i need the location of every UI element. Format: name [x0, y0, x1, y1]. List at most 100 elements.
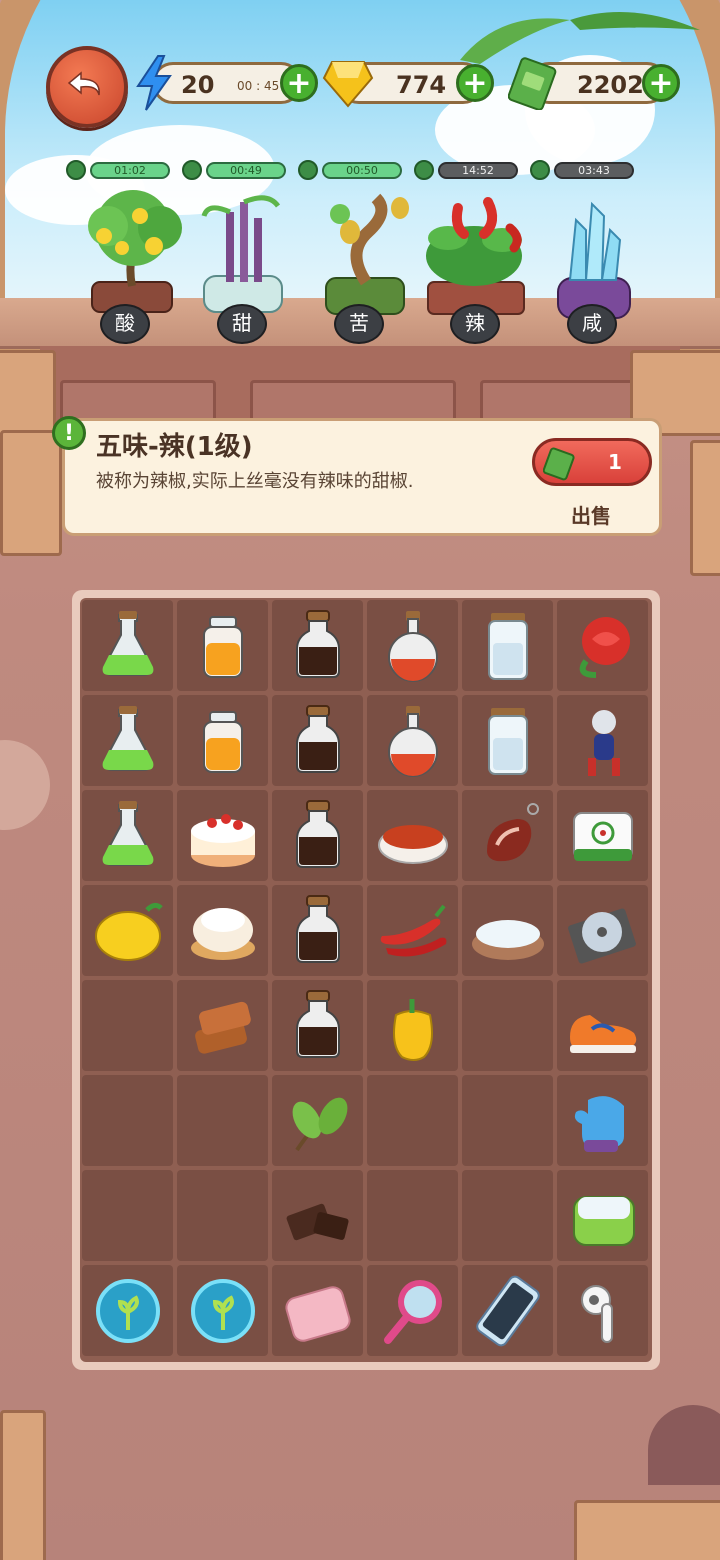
board-cell[interactable]	[367, 695, 458, 786]
soy-sauce-bottle-icon[interactable]	[277, 605, 359, 687]
soy-sauce-bottle-icon[interactable]	[277, 985, 359, 1067]
board-cell[interactable]	[462, 790, 553, 881]
green-potion-icon[interactable]	[87, 700, 169, 782]
sell-button[interactable]	[532, 438, 652, 486]
board-cell[interactable]	[82, 980, 173, 1071]
board-cell[interactable]	[557, 790, 648, 881]
add-cash-button[interactable]: +	[642, 64, 680, 102]
board-cell[interactable]	[367, 600, 458, 691]
back-button[interactable]	[46, 46, 128, 128]
board-cell[interactable]	[557, 600, 648, 691]
board-cell[interactable]	[82, 1265, 173, 1356]
board-cell[interactable]	[272, 1265, 363, 1356]
board-cell[interactable]	[272, 695, 363, 786]
board-cell[interactable]	[367, 1075, 458, 1166]
board-cell[interactable]	[462, 1075, 553, 1166]
board-cell[interactable]	[177, 980, 268, 1071]
blue-mitten-icon[interactable]	[562, 1080, 644, 1162]
board-cell[interactable]	[367, 790, 458, 881]
board-cell[interactable]	[462, 1170, 553, 1261]
red-potion-flask-icon[interactable]	[372, 605, 454, 687]
bitter-melon-plant[interactable]	[316, 192, 420, 318]
board-cell[interactable]	[557, 695, 648, 786]
board-cell[interactable]	[272, 980, 363, 1071]
salt-crystal-plant[interactable]	[552, 200, 636, 320]
board-cell[interactable]	[272, 885, 363, 976]
board-cell[interactable]	[177, 1170, 268, 1261]
seed-bubble-icon[interactable]	[182, 1270, 264, 1352]
board-cell[interactable]	[82, 1075, 173, 1166]
board-cell[interactable]	[557, 1170, 648, 1261]
plant-timer-value: 14:52	[438, 162, 518, 179]
orange-jar-icon[interactable]	[182, 700, 264, 782]
board-cell[interactable]	[462, 1265, 553, 1356]
board-cell[interactable]	[462, 600, 553, 691]
info-icon: !	[52, 416, 86, 450]
lemon-tree-plant[interactable]	[78, 186, 188, 316]
board-cell[interactable]	[557, 885, 648, 976]
add-energy-button[interactable]: +	[280, 64, 318, 102]
soy-sauce-bottle-icon[interactable]	[277, 890, 359, 972]
soy-sauce-bottle-icon[interactable]	[277, 795, 359, 877]
lemon-icon[interactable]	[87, 890, 169, 972]
board-cell[interactable]	[82, 790, 173, 881]
board-cell[interactable]	[177, 695, 268, 786]
yellow-bell-pepper-icon[interactable]	[372, 985, 454, 1067]
add-gems-button[interactable]: +	[456, 64, 494, 102]
board-cell[interactable]	[462, 980, 553, 1071]
strawberry-cake-icon[interactable]	[182, 795, 264, 877]
board-cell[interactable]	[367, 980, 458, 1071]
red-potion-flask-icon[interactable]	[372, 700, 454, 782]
earbud-icon[interactable]	[562, 1270, 644, 1352]
red-rose-icon[interactable]	[562, 605, 644, 687]
chocolate-pieces-icon[interactable]	[277, 1175, 359, 1257]
board-cell[interactable]	[82, 600, 173, 691]
cream-puff-icon[interactable]	[182, 890, 264, 972]
board-cell[interactable]	[557, 980, 648, 1071]
red-chili-peppers-icon[interactable]	[372, 890, 454, 972]
board-cell[interactable]	[177, 1075, 268, 1166]
board-cell[interactable]	[177, 885, 268, 976]
tea-leaves-icon[interactable]	[277, 1080, 359, 1162]
ham-leg-icon[interactable]	[467, 795, 549, 877]
green-potion-icon[interactable]	[87, 795, 169, 877]
salt-jar-icon[interactable]	[467, 700, 549, 782]
board-cell[interactable]	[557, 1265, 648, 1356]
mahjong-tile-icon[interactable]	[562, 795, 644, 877]
cd-disc-icon[interactable]	[562, 890, 644, 972]
merge-board	[80, 598, 652, 1362]
board-cell[interactable]	[82, 1170, 173, 1261]
smartphone-icon[interactable]	[467, 1270, 549, 1352]
board-cell[interactable]	[177, 1265, 268, 1356]
chili-plant[interactable]	[418, 182, 530, 318]
chili-powder-bowl-icon[interactable]	[372, 795, 454, 877]
soy-sauce-bottle-icon[interactable]	[277, 700, 359, 782]
board-cell[interactable]	[272, 600, 363, 691]
ultraman-figure-icon[interactable]	[562, 700, 644, 782]
plant-label-sour: 酸	[100, 304, 150, 344]
board-cell[interactable]	[82, 695, 173, 786]
toast-slices-icon[interactable]	[182, 985, 264, 1067]
hand-mirror-icon[interactable]	[372, 1270, 454, 1352]
salt-bowl-icon[interactable]	[467, 890, 549, 972]
board-cell[interactable]	[177, 600, 268, 691]
board-cell[interactable]	[367, 1265, 458, 1356]
board-cell[interactable]	[557, 1075, 648, 1166]
sugarcane-plant[interactable]	[198, 192, 288, 318]
board-cell[interactable]	[462, 695, 553, 786]
pink-quilt-icon[interactable]	[277, 1270, 359, 1352]
orange-sneaker-icon[interactable]	[562, 985, 644, 1067]
board-cell[interactable]	[272, 790, 363, 881]
lunch-box-icon[interactable]	[562, 1175, 644, 1257]
salt-jar-icon[interactable]	[467, 605, 549, 687]
board-cell[interactable]	[462, 885, 553, 976]
green-potion-icon[interactable]	[87, 605, 169, 687]
board-cell[interactable]	[82, 885, 173, 976]
board-cell[interactable]	[367, 1170, 458, 1261]
board-cell[interactable]	[367, 885, 458, 976]
orange-jar-icon[interactable]	[182, 605, 264, 687]
board-cell[interactable]	[272, 1075, 363, 1166]
board-cell[interactable]	[272, 1170, 363, 1261]
board-cell[interactable]	[177, 790, 268, 881]
seed-bubble-icon[interactable]	[87, 1270, 169, 1352]
